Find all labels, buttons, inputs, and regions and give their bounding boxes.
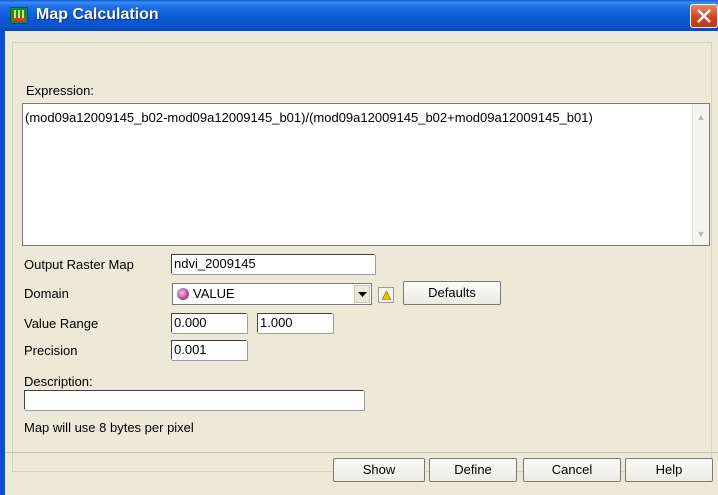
show-button[interactable]: Show <box>333 458 425 482</box>
description-label: Description: <box>24 374 93 389</box>
scroll-up-icon[interactable]: ▲ <box>696 112 706 122</box>
separator <box>5 452 718 453</box>
expression-text[interactable]: (mod09a12009145_b02-mod09a12009145_b01)/… <box>25 110 593 125</box>
chevron-down-icon <box>358 292 367 297</box>
close-icon <box>697 9 711 23</box>
close-button[interactable] <box>690 4 718 28</box>
defaults-button[interactable]: Defaults <box>403 281 501 305</box>
precision-input[interactable]: 0.001 <box>171 340 247 360</box>
define-button[interactable]: Define <box>429 458 517 482</box>
domain-selected-value: VALUE <box>193 286 235 301</box>
expression-label: Expression: <box>26 83 94 98</box>
output-map-input[interactable]: ndvi_2009145 <box>171 254 375 274</box>
window-frame <box>0 31 5 495</box>
output-map-label: Output Raster Map <box>24 257 134 272</box>
value-range-min-input[interactable]: 0.000 <box>171 313 247 333</box>
domain-create-button[interactable] <box>378 287 394 303</box>
title-bar: Map Calculation <box>0 0 718 31</box>
warning-icon <box>382 291 391 300</box>
domain-select[interactable]: VALUE <box>172 283 372 305</box>
domain-label: Domain <box>24 286 69 301</box>
app-grid-icon <box>10 7 28 24</box>
cancel-button[interactable]: Cancel <box>523 458 621 482</box>
value-range-label: Value Range <box>24 316 99 331</box>
domain-dropdown-button[interactable] <box>354 285 370 303</box>
value-domain-icon <box>177 288 189 300</box>
storage-info-text: Map will use 8 bytes per pixel <box>24 420 194 435</box>
precision-label: Precision <box>24 343 78 358</box>
description-input[interactable] <box>24 390 364 410</box>
window-title: Map Calculation <box>36 6 159 23</box>
value-range-max-input[interactable]: 1.000 <box>257 313 333 333</box>
help-button[interactable]: Help <box>625 458 713 482</box>
scroll-down-icon[interactable]: ▼ <box>696 229 706 239</box>
expression-scrollbar[interactable]: ▲ ▼ <box>692 104 709 245</box>
expression-textarea[interactable]: (mod09a12009145_b02-mod09a12009145_b01)/… <box>22 103 710 246</box>
